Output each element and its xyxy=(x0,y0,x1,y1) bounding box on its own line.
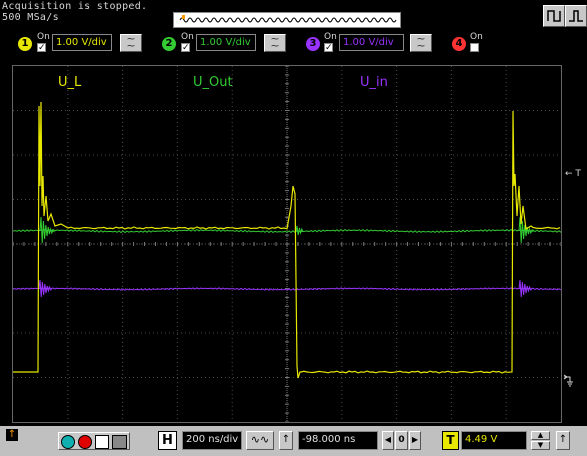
delay-zero-button[interactable]: 0 xyxy=(395,431,408,450)
timebase-field[interactable]: 200 ns/div xyxy=(182,431,242,450)
marker-indicator-icon: ↑ xyxy=(6,429,18,441)
bottom-toolbar: ↑ H 200 ns/div ∿∿ ↑ -98.000 ns ◀ 0 ▶ T 4… xyxy=(0,426,587,456)
channel-3-on-label: On xyxy=(324,32,337,42)
channel-2-on-label: On xyxy=(181,32,194,42)
trigger-slope-button[interactable]: ↑ xyxy=(556,431,570,450)
channel-1-number[interactable]: 1 xyxy=(18,37,32,51)
channel-3-coupling-button[interactable]: ~ ~ xyxy=(410,33,432,52)
trigger-button[interactable]: T xyxy=(442,431,459,450)
channel-2-checkbox[interactable]: ✓ xyxy=(181,43,190,53)
channel-3-scale[interactable]: 1.00 V/div xyxy=(339,34,404,51)
record-icon[interactable] xyxy=(78,435,92,449)
channel-1-checkbox[interactable]: ✓ xyxy=(37,43,46,53)
acquisition-status: Acquisition is stopped. xyxy=(2,1,148,12)
ground-reference-marker[interactable] xyxy=(563,373,577,392)
horizontal-button[interactable]: H xyxy=(158,431,177,450)
u-in-ringing xyxy=(38,279,53,298)
delay-reference-button[interactable]: ↑ xyxy=(279,431,293,450)
channel-2-number[interactable]: 2 xyxy=(162,37,176,51)
channel-2-scale[interactable]: 1.00 V/div xyxy=(196,34,256,51)
channel-3-checkbox[interactable]: ✓ xyxy=(324,43,333,53)
trigger-level-up-button[interactable]: ▲ xyxy=(531,431,550,440)
channel-4-checkbox[interactable] xyxy=(470,43,479,52)
channel-1-coupling-button[interactable]: ~ ~ xyxy=(120,33,142,52)
memory-bar[interactable] xyxy=(173,12,401,28)
trace-label-u-out: U_Out xyxy=(193,75,233,90)
trace-label-u-in: U_in xyxy=(360,75,388,90)
waveform-display[interactable]: U_L U_Out U_in xyxy=(12,65,562,423)
quick-tools-group xyxy=(58,432,130,450)
run-button[interactable] xyxy=(543,5,565,27)
sample-rate: 500 MSa/s xyxy=(2,12,59,23)
channel-3-number[interactable]: 3 xyxy=(306,37,320,51)
trigger-level-marker[interactable]: ← T xyxy=(565,169,581,179)
trigger-level-field[interactable]: 4.49 V xyxy=(461,431,527,450)
trigger-level-down-button[interactable]: ▼ xyxy=(531,441,550,450)
channel-4-on-label: On xyxy=(470,32,483,42)
u-in-ringing xyxy=(518,279,533,298)
status-text: Acquisition is stopped. 500 MSa/s xyxy=(2,1,147,23)
channel-1-on-label: On xyxy=(37,32,50,42)
channel-1-scale[interactable]: 1.00 V/div xyxy=(52,34,112,51)
delay-field[interactable]: -98.000 ns xyxy=(298,431,378,450)
delay-right-button[interactable]: ▶ xyxy=(409,431,421,450)
fine-adjust-button[interactable]: ∿∿ xyxy=(246,431,274,450)
channel-4-number[interactable]: 4 xyxy=(452,37,466,51)
trace-label-u-l: U_L xyxy=(58,75,82,90)
autoscale-icon[interactable] xyxy=(61,435,75,449)
snapshot-icon[interactable] xyxy=(95,435,109,449)
delay-left-button[interactable]: ◀ xyxy=(382,431,394,450)
waveform-graticule xyxy=(13,66,561,422)
channel-toolbar: 1 On ✓ 1.00 V/div ~ ~ 2 On ✓ 1.00 V/div ~… xyxy=(0,30,587,58)
single-button[interactable] xyxy=(565,5,587,27)
print-icon[interactable] xyxy=(112,435,127,449)
channel-2-coupling-button[interactable]: ~ ~ xyxy=(264,33,286,52)
